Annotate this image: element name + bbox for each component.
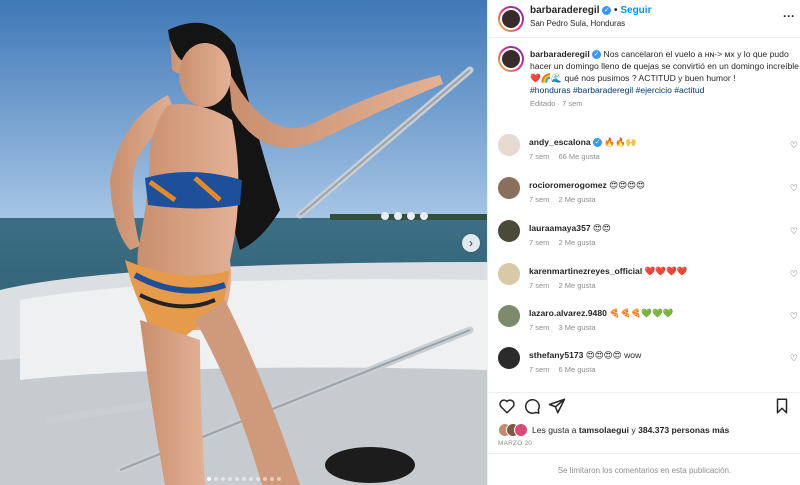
- next-image-button[interactable]: ›: [462, 234, 480, 252]
- carousel-dot: [276, 477, 281, 481]
- carousel-dot: [269, 477, 274, 481]
- comment-username[interactable]: sthefany5173: [529, 350, 583, 360]
- post-actions: Les gusta a tamsolaegui y 384.373 person…: [488, 392, 800, 485]
- carousel-dot: [206, 477, 211, 481]
- caption-text-block: barbaraderegil ✓ Nos cancelaron el vuelo…: [530, 48, 800, 110]
- carousel-indicator: [0, 477, 487, 481]
- comment-row: sthefany5173 😍😍😍😍 wow 7 sem 6 Me gusta ♡: [498, 347, 798, 387]
- carousel-dot: [255, 477, 260, 481]
- comment-time: 7 sem: [529, 195, 550, 204]
- comment-likes[interactable]: 6 Me gusta: [558, 365, 595, 374]
- heart-icon[interactable]: ♡: [790, 353, 798, 364]
- carousel-dot: [248, 477, 253, 481]
- comment-username[interactable]: rocioromerogomez: [529, 180, 607, 190]
- instagram-post: › barbaraderegil ✓ • Seguir San Pedro Su…: [0, 0, 800, 485]
- comment-text: ❤️❤️❤️❤️: [644, 266, 688, 276]
- comment-text: 😍😍: [593, 223, 611, 233]
- comment-row: karenmartinezreyes_official ❤️❤️❤️❤️ 7 s…: [498, 263, 798, 303]
- carousel-dot: [227, 477, 232, 481]
- avatar[interactable]: [498, 177, 520, 199]
- likes-connector: y: [631, 425, 636, 435]
- comment-time: 7 sem: [529, 152, 550, 161]
- avatar[interactable]: [498, 6, 524, 32]
- comment-time: 7 sem: [529, 281, 550, 290]
- likes-count[interactable]: 384.373 personas más: [638, 425, 729, 435]
- verified-badge-icon: ✓: [593, 138, 603, 148]
- comment-text: 😍😍😍😍 wow: [585, 350, 642, 360]
- heart-icon[interactable]: ♡: [790, 226, 798, 237]
- comment-likes[interactable]: 3 Me gusta: [558, 323, 595, 332]
- comment-row: lauraamaya357 😍😍 7 sem 2 Me gusta ♡: [498, 220, 798, 260]
- more-horizontal-icon[interactable]: ···: [783, 9, 795, 23]
- share-icon[interactable]: [548, 397, 566, 415]
- caption-meta: Editado · 7 sem: [530, 99, 583, 108]
- header-user-line: barbaraderegil ✓ • Seguir: [530, 5, 651, 16]
- bookmark-icon[interactable]: [773, 397, 791, 415]
- liker-avatars: [498, 423, 528, 437]
- avatar[interactable]: [498, 220, 520, 242]
- comment-username[interactable]: lauraamaya357: [529, 223, 591, 233]
- comment-username[interactable]: andy_escalona: [529, 137, 591, 147]
- post-header: barbaraderegil ✓ • Seguir San Pedro Sula…: [488, 0, 800, 38]
- follow-button[interactable]: Seguir: [620, 5, 651, 16]
- caption-username[interactable]: barbaraderegil: [530, 49, 590, 59]
- comment-row: rocioromerogomez 😍😍😍😍 7 sem 2 Me gusta ♡: [498, 177, 798, 217]
- avatar[interactable]: [498, 134, 520, 156]
- carousel-dot: [234, 477, 239, 481]
- chevron-right-icon: ›: [469, 236, 473, 250]
- comments-limited-notice: Se limitaron los comentarios en esta pub…: [488, 453, 800, 485]
- comment-likes[interactable]: 66 Me gusta: [558, 152, 599, 161]
- heart-icon[interactable]: [498, 397, 516, 415]
- comment-likes[interactable]: 2 Me gusta: [558, 195, 595, 204]
- carousel-dot: [262, 477, 267, 481]
- post-date: MARZO 20: [498, 440, 533, 447]
- heart-icon[interactable]: ♡: [790, 311, 798, 322]
- comment-username[interactable]: lazaro.alvarez.9480: [529, 308, 607, 318]
- location-link[interactable]: San Pedro Sula, Honduras: [530, 19, 625, 28]
- carousel-dot: [220, 477, 225, 481]
- comment-likes[interactable]: 2 Me gusta: [558, 238, 595, 247]
- header-username[interactable]: barbaraderegil: [530, 5, 599, 16]
- comment-icon[interactable]: [523, 397, 541, 415]
- carousel-dot: [213, 477, 218, 481]
- comments-list[interactable]: barbaraderegil ✓ Nos cancelaron el vuelo…: [488, 38, 800, 392]
- verified-badge-icon: ✓: [602, 5, 612, 15]
- carousel-dot: [241, 477, 246, 481]
- comment-time: 7 sem: [529, 238, 550, 247]
- verified-badge-icon: ✓: [592, 50, 602, 60]
- heart-icon[interactable]: ♡: [790, 140, 798, 151]
- comment-likes[interactable]: 2 Me gusta: [558, 281, 595, 290]
- comment-time: 7 sem: [529, 323, 550, 332]
- post-side-panel: barbaraderegil ✓ • Seguir San Pedro Sula…: [487, 0, 800, 485]
- caption-hashtags[interactable]: #honduras #barbaraderegil #ejercicio #ac…: [530, 84, 800, 96]
- comment-time: 7 sem: [529, 365, 550, 374]
- avatar[interactable]: [498, 263, 520, 285]
- avatar[interactable]: [498, 347, 520, 369]
- header-separator: •: [614, 5, 618, 16]
- avatar[interactable]: [498, 305, 520, 327]
- post-media[interactable]: ›: [0, 0, 487, 485]
- likes-summary[interactable]: Les gusta a tamsolaegui y 384.373 person…: [498, 423, 729, 437]
- comment-username[interactable]: karenmartinezreyes_official: [529, 266, 642, 276]
- post-photo: [0, 0, 487, 485]
- likes-prefix: Les gusta a: [532, 425, 577, 435]
- comment-text: 😍😍😍😍: [609, 180, 646, 190]
- comment-text: 🍕🍕🍕💚💚💚: [609, 308, 674, 318]
- comment-text: 🔥🔥🙌: [604, 137, 637, 147]
- comment-row: lazaro.alvarez.9480 🍕🍕🍕💚💚💚 7 sem 3 Me gus…: [498, 305, 798, 345]
- comment-row: andy_escalona ✓ 🔥🔥🙌 7 sem 66 Me gusta ♡: [498, 134, 798, 174]
- likes-user[interactable]: tamsolaegui: [579, 425, 629, 435]
- heart-icon[interactable]: ♡: [790, 269, 798, 280]
- avatar[interactable]: [498, 46, 524, 72]
- heart-icon[interactable]: ♡: [790, 183, 798, 194]
